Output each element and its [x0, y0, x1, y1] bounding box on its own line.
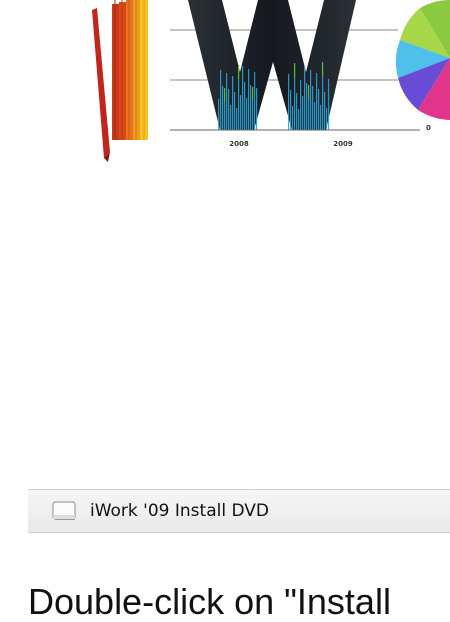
pencils-icon	[92, 0, 148, 162]
w-decor-bar	[250, 85, 252, 130]
w-decor-bar-highlight	[322, 62, 324, 76]
w-decor-bar	[294, 77, 296, 130]
w-decor-bar	[220, 70, 222, 130]
instruction-text: Double-click on "Install	[28, 581, 391, 622]
w-decor-bar	[302, 96, 304, 130]
w-decor-bar-highlight	[308, 85, 310, 99]
w-decor-bar	[290, 90, 292, 130]
volume-row[interactable]: iWork '09 Install DVD	[28, 489, 450, 533]
w-decor-bar	[328, 79, 330, 130]
w-decor-bar	[314, 102, 316, 130]
year-label-2009: 2009	[333, 140, 353, 148]
w-decor-bar	[292, 106, 294, 130]
axis-zero-label: 0	[426, 124, 431, 132]
volume-name: iWork '09 Install DVD	[90, 501, 269, 521]
iwork-artwork: 2008 2009 0	[0, 0, 450, 170]
disk-icon	[52, 501, 78, 522]
w-decor-bar	[246, 98, 248, 130]
w-decor-bar	[244, 82, 246, 130]
w-decor-bar	[316, 73, 318, 130]
w-decor-bar	[256, 88, 258, 130]
w-decor-bar	[230, 105, 232, 130]
w-decor-bar	[326, 108, 328, 130]
w-decor-bar	[240, 95, 242, 130]
w-decor-bar-highlight	[294, 63, 296, 77]
chart-letter-w-icon	[170, 0, 420, 131]
w-decor-bar	[224, 102, 226, 130]
w-decor-bar-highlight	[252, 87, 254, 101]
w-decor-bar	[304, 67, 306, 130]
w-decor-bar	[236, 108, 238, 130]
artwork-illustration	[92, 0, 450, 162]
w-decor-bar	[248, 69, 250, 130]
w-decor-bar	[318, 89, 320, 130]
w-decor-bar	[252, 101, 254, 130]
w-decor-bar	[254, 72, 256, 130]
w-decor-bar	[296, 93, 298, 130]
w-decor-bar	[312, 86, 314, 130]
w-decor-bar	[322, 76, 324, 130]
w-decor-bar	[234, 92, 236, 130]
w-decor-bar-highlight	[224, 88, 226, 102]
year-label-2008: 2008	[229, 140, 249, 148]
w-decor-bar	[310, 70, 312, 130]
w-decor-bar	[218, 99, 220, 130]
w-decor-bar-highlight	[238, 65, 240, 79]
w-decor-bar	[320, 105, 322, 130]
pie-chart-icon	[395, 0, 450, 120]
w-decor-bar	[298, 109, 300, 130]
w-decor-bar	[324, 92, 326, 130]
w-decor-bar	[228, 89, 230, 130]
w-decor-bar	[238, 79, 240, 130]
w-decor-bar	[222, 86, 224, 130]
w-decor-bar	[242, 66, 244, 130]
w-decor-bar	[288, 74, 290, 130]
w-decor-bar	[232, 76, 234, 130]
w-decor-bar	[308, 99, 310, 130]
w-decor-bar	[300, 80, 302, 130]
w-decor-bar	[226, 73, 228, 130]
w-decor-bar	[306, 83, 308, 130]
